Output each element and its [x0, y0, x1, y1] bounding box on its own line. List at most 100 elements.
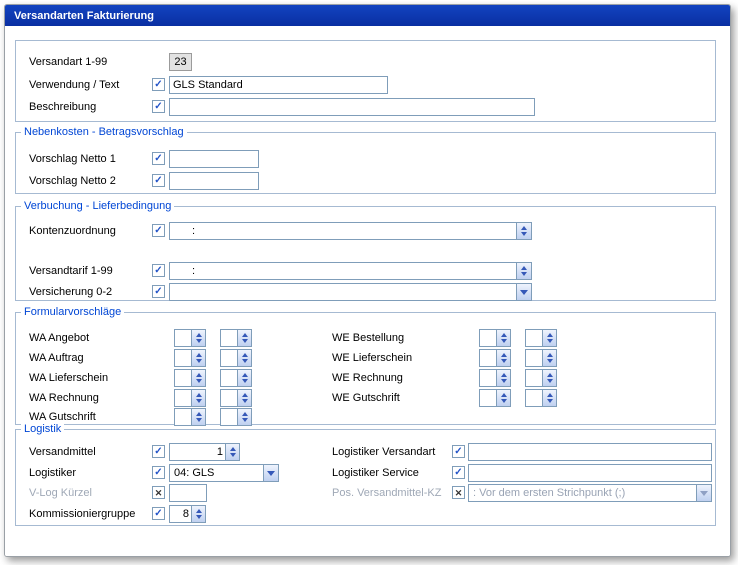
we-gutschrift-input-2[interactable] — [525, 389, 543, 407]
vlog-kuerzel-checkbox[interactable]: ✕ — [152, 486, 165, 499]
we-lieferschein-label: WE Lieferschein — [332, 352, 412, 364]
verwendung-input[interactable] — [169, 76, 388, 94]
wa-rechnung-spinner-1[interactable] — [192, 389, 206, 407]
wa-lieferschein-input-2[interactable] — [220, 369, 238, 387]
vorschlag-netto1-checkbox[interactable]: ✓ — [152, 152, 165, 165]
verwendung-checkbox[interactable]: ✓ — [152, 78, 165, 91]
wa-angebot-input-2[interactable] — [220, 329, 238, 347]
kontenzuordnung-combo[interactable]: : — [169, 222, 532, 240]
we-gutschrift-spinner-2[interactable] — [543, 389, 557, 407]
logistiker-service-checkbox[interactable]: ✓ — [452, 466, 465, 479]
arrow-down-icon — [196, 339, 202, 343]
arrow-down-icon — [501, 359, 507, 363]
beschreibung-row: Beschreibung ✓ — [16, 98, 715, 116]
vorschlag-netto2-checkbox[interactable]: ✓ — [152, 174, 165, 187]
versandmittel-input[interactable] — [169, 443, 226, 461]
wa-auftrag-input-2[interactable] — [220, 349, 238, 367]
wa-lieferschein-label: WA Lieferschein — [29, 372, 108, 384]
kontenzuordnung-checkbox[interactable]: ✓ — [152, 224, 165, 237]
vorschlag-netto1-input[interactable] — [169, 150, 259, 168]
we-lieferschein-spinner-2[interactable] — [543, 349, 557, 367]
versicherung-dropdown[interactable] — [169, 283, 532, 301]
logistiker-versandart-input[interactable] — [468, 443, 712, 461]
logistiker-checkbox[interactable]: ✓ — [152, 466, 165, 479]
wa-lieferschein-spinner-2[interactable] — [238, 369, 252, 387]
wa-auftrag-spinner-1[interactable] — [192, 349, 206, 367]
arrow-up-icon — [242, 393, 248, 397]
chevron-down-icon — [267, 471, 275, 476]
versandart-row: Versandart 1-99 — [16, 53, 715, 71]
we-lieferschein-input-1[interactable] — [479, 349, 497, 367]
versicherung-value — [170, 284, 516, 300]
versicherung-dropdown-button[interactable] — [516, 284, 531, 300]
we-rechnung-input-2[interactable] — [525, 369, 543, 387]
wa-lieferschein-spinner-1[interactable] — [192, 369, 206, 387]
pos-versandmittel-dropdown[interactable]: : Vor dem ersten Strichpunkt (;) — [468, 484, 712, 502]
kontenzuordnung-spinner[interactable] — [516, 223, 531, 239]
arrow-down-icon — [196, 359, 202, 363]
logistiker-service-input[interactable] — [468, 464, 712, 482]
versandmittel-checkbox[interactable]: ✓ — [152, 445, 165, 458]
verbuchung-group-title: Verbuchung - Lieferbedingung — [21, 199, 174, 213]
we-lieferschein-input-2[interactable] — [525, 349, 543, 367]
wa-auftrag-spinner-2[interactable] — [238, 349, 252, 367]
wa-angebot-input-1[interactable] — [174, 329, 192, 347]
formular-row-5: WA Gutschrift — [16, 408, 715, 426]
we-bestellung-spinner-1[interactable] — [497, 329, 511, 347]
we-gutschrift-input-1[interactable] — [479, 389, 497, 407]
arrow-up-icon — [196, 412, 202, 416]
wa-rechnung-input-1[interactable] — [174, 389, 192, 407]
kommissioniergruppe-input[interactable] — [169, 505, 192, 523]
we-bestellung-label: WE Bestellung — [332, 332, 404, 344]
wa-angebot-label: WA Angebot — [29, 332, 89, 344]
versandmittel-spinner[interactable] — [226, 443, 240, 461]
logistiker-dropdown-button[interactable] — [263, 465, 278, 481]
vlog-kuerzel-input[interactable] — [169, 484, 207, 502]
we-bestellung-input-1[interactable] — [479, 329, 497, 347]
we-rechnung-spinner-1[interactable] — [497, 369, 511, 387]
we-gutschrift-spinner-1[interactable] — [497, 389, 511, 407]
wa-rechnung-spinner-2[interactable] — [238, 389, 252, 407]
we-bestellung-input-2[interactable] — [525, 329, 543, 347]
logistiker-dropdown[interactable]: 04: GLS — [169, 464, 279, 482]
versandart-label: Versandart 1-99 — [29, 56, 107, 68]
we-bestellung-spinner-2[interactable] — [543, 329, 557, 347]
we-gutschrift-label: WE Gutschrift — [332, 392, 400, 404]
arrow-up-icon — [521, 226, 527, 230]
pos-versandmittel-dropdown-button[interactable] — [696, 485, 711, 501]
versandtarif-label: Versandtarif 1-99 — [29, 265, 113, 277]
arrow-down-icon — [547, 399, 553, 403]
window-titlebar[interactable]: Versandarten Fakturierung — [5, 5, 730, 26]
kommissioniergruppe-spinner[interactable] — [192, 505, 206, 523]
logistiker-versandart-checkbox[interactable]: ✓ — [452, 445, 465, 458]
pos-versandmittel-checkbox[interactable]: ✕ — [452, 486, 465, 499]
arrow-up-icon — [501, 393, 507, 397]
beschreibung-checkbox[interactable]: ✓ — [152, 100, 165, 113]
wa-angebot-spinner-1[interactable] — [192, 329, 206, 347]
wa-angebot-spinner-2[interactable] — [238, 329, 252, 347]
versandtarif-combo[interactable]: : — [169, 262, 532, 280]
versandart-number-field — [169, 53, 192, 71]
nebenkosten-group-title: Nebenkosten - Betragsvorschlag — [21, 125, 187, 139]
we-rechnung-spinner-2[interactable] — [543, 369, 557, 387]
wa-rechnung-input-2[interactable] — [220, 389, 238, 407]
arrow-up-icon — [196, 333, 202, 337]
arrow-down-icon — [196, 379, 202, 383]
kommissioniergruppe-checkbox[interactable]: ✓ — [152, 507, 165, 520]
versandtarif-spinner[interactable] — [516, 263, 531, 279]
wa-gutschrift-input-1[interactable] — [174, 408, 192, 426]
beschreibung-input[interactable] — [169, 98, 535, 116]
arrow-up-icon — [242, 353, 248, 357]
versicherung-checkbox[interactable]: ✓ — [152, 285, 165, 298]
wa-gutschrift-spinner-2[interactable] — [238, 408, 252, 426]
we-lieferschein-spinner-1[interactable] — [497, 349, 511, 367]
wa-lieferschein-input-1[interactable] — [174, 369, 192, 387]
we-rechnung-input-1[interactable] — [479, 369, 497, 387]
versandtarif-checkbox[interactable]: ✓ — [152, 264, 165, 277]
arrow-up-icon — [242, 373, 248, 377]
wa-gutschrift-spinner-1[interactable] — [192, 408, 206, 426]
arrow-down-icon — [242, 399, 248, 403]
wa-gutschrift-input-2[interactable] — [220, 408, 238, 426]
vorschlag-netto2-input[interactable] — [169, 172, 259, 190]
wa-auftrag-input-1[interactable] — [174, 349, 192, 367]
